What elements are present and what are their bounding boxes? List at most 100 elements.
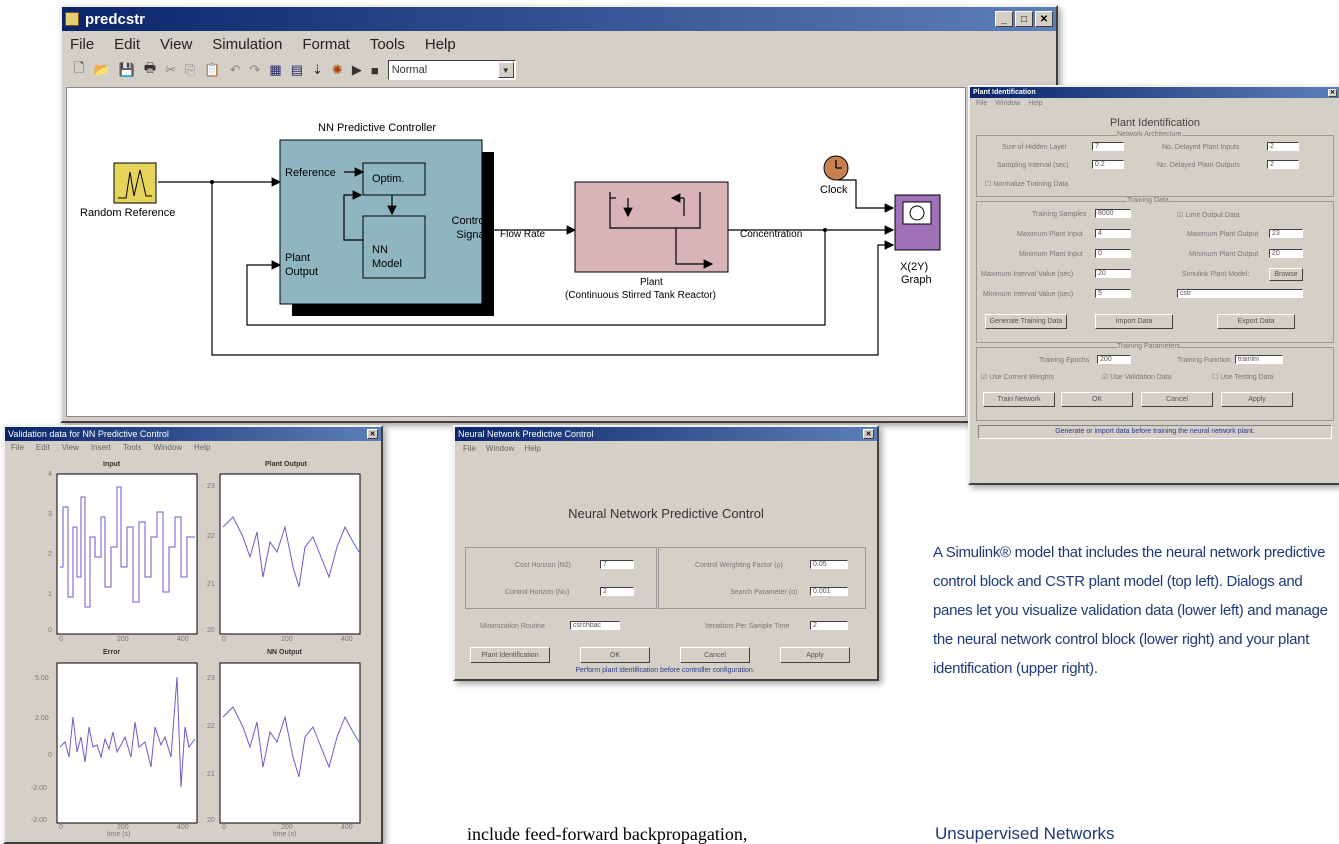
tick-label: 4 xyxy=(48,471,52,478)
title-bar[interactable]: Plant Identification ✕ xyxy=(970,87,1339,98)
plant-block xyxy=(574,181,729,273)
max-output-label: Maximum Plant Output xyxy=(1187,231,1259,238)
plant-sub-label: (Continuous Stirred Tank Reactor) xyxy=(565,290,716,301)
menu-file[interactable]: File xyxy=(976,100,987,107)
menu-window[interactable]: Window xyxy=(486,444,514,453)
search-parameter-label: Search Parameter (α) xyxy=(730,589,798,596)
reference-label: Reference xyxy=(285,167,336,179)
samples-label: Training Samples xyxy=(1032,211,1087,218)
menu-bar: File Window Help xyxy=(455,441,877,456)
samples-field[interactable]: 8000 xyxy=(1095,209,1131,218)
normalize-label: Normalize Training Data xyxy=(993,181,1069,188)
x-tick-label: 200 xyxy=(281,824,293,831)
caption-line: A Simulink® model that includes the neur… xyxy=(933,544,1326,561)
training-function-select[interactable]: trainlm xyxy=(1235,355,1283,364)
validation-plots xyxy=(56,473,361,824)
generate-data-button[interactable]: Generate Training Data xyxy=(985,314,1067,329)
random-reference-block xyxy=(113,162,157,204)
tick-label: 5.00 xyxy=(35,675,49,682)
network-architecture-group: Network Architecture Size of Hidden Laye… xyxy=(976,131,1334,197)
control-weighting-field[interactable]: 0.05 xyxy=(810,560,848,569)
delayed-outputs-field[interactable]: 2 xyxy=(1267,160,1299,169)
search-parameter-field[interactable]: 0.001 xyxy=(810,587,848,596)
tick-label: 22 xyxy=(207,533,215,540)
tick-label: 2 xyxy=(48,551,52,558)
dialog-heading: Plant Identification xyxy=(1110,117,1200,129)
max-interval-field[interactable]: 20 xyxy=(1095,269,1131,278)
graph-label: Graph xyxy=(901,274,932,286)
optim-label: Optim. xyxy=(372,173,405,185)
hidden-layer-field[interactable]: 7 xyxy=(1092,142,1124,151)
minimization-label: Minimization Routine xyxy=(480,623,545,630)
browse-button[interactable]: Browse xyxy=(1269,268,1303,281)
menu-help[interactable]: Help xyxy=(524,444,540,453)
tick-label: 2.00 xyxy=(35,715,49,722)
plant-model-field[interactable]: cstr xyxy=(1177,289,1303,298)
status-bar: Perform plant identification before cont… xyxy=(575,667,755,674)
apply-button[interactable]: Apply xyxy=(1221,392,1293,407)
plant-identification-window: Plant Identification ✕ File Window Help Pla… xyxy=(968,85,1339,485)
max-input-field[interactable]: 4 xyxy=(1095,229,1131,238)
delayed-inputs-field[interactable]: 2 xyxy=(1267,142,1299,151)
menu-file[interactable]: File xyxy=(463,444,476,453)
tick-label: 0 xyxy=(48,627,52,634)
concentration-label: Concentration xyxy=(740,229,803,240)
tick-label: 21 xyxy=(207,581,215,588)
control-horizon-label: Control Horizon (Nu) xyxy=(505,589,570,596)
hidden-layer-label: Size of Hidden Layer xyxy=(1002,144,1067,151)
min-output-label: Minimum Plant Output xyxy=(1189,251,1259,258)
train-network-button[interactable]: Train Network xyxy=(983,392,1055,407)
control-signal-label: Control Signal xyxy=(451,215,487,241)
x-tick-label: 200 xyxy=(117,636,129,643)
plant-model-label: Simulink Plant Model: xyxy=(1182,271,1250,278)
nn-predictive-control-window: Neural Network Predictive Control ✕ File W… xyxy=(453,425,879,681)
tick-label: 0 xyxy=(48,752,52,759)
menu-window[interactable]: Window xyxy=(995,100,1020,107)
title-bar[interactable]: Neural Network Predictive Control ✕ xyxy=(455,427,877,441)
current-weights-label: Use Current Weights xyxy=(989,374,1055,381)
cancel-button[interactable]: Cancel xyxy=(680,647,750,663)
control-horizon-field[interactable]: 2 xyxy=(600,587,634,596)
caption-line: control block and CSTR plant model (top … xyxy=(933,573,1303,590)
tick-label: -2.00 xyxy=(31,785,47,792)
menu-help[interactable]: Help xyxy=(1028,100,1042,107)
ok-button[interactable]: OK xyxy=(1061,392,1133,407)
close-button[interactable]: ✕ xyxy=(863,429,874,439)
min-interval-field[interactable]: 5 xyxy=(1095,289,1131,298)
epochs-field[interactable]: 200 xyxy=(1097,355,1131,364)
figure-caption: A Simulink® model that includes the neur… xyxy=(933,538,1339,683)
caption-line: panes let you visualize validation data … xyxy=(933,602,1328,619)
import-data-button[interactable]: Import Data xyxy=(1095,314,1173,329)
current-weights-checkbox[interactable]: ☑ Use Current Weights xyxy=(981,373,1054,381)
menu-bar: File Window Help xyxy=(970,98,1339,109)
max-output-field[interactable]: 23 xyxy=(1269,229,1303,238)
x-tick-label: 0 xyxy=(222,636,226,643)
testing-checkbox[interactable]: ☐ Use Testing Data xyxy=(1212,373,1273,381)
group-title: Training Parameters xyxy=(1117,343,1181,350)
status-bar: Generate or import data before training … xyxy=(978,425,1332,439)
sampling-interval-label: Sampling Interval (sec) xyxy=(997,162,1069,169)
x-tick-label: 200 xyxy=(117,824,129,831)
cancel-button[interactable]: Cancel xyxy=(1141,392,1213,407)
min-output-field[interactable]: 20 xyxy=(1269,249,1303,258)
limit-output-label: Limit Output Data xyxy=(1185,212,1240,219)
min-input-field[interactable]: 0 xyxy=(1095,249,1131,258)
delayed-outputs-label: No. Delayed Plant Outputs xyxy=(1157,162,1240,169)
limit-output-checkbox[interactable]: ☑ Limit Output Data xyxy=(1177,211,1240,219)
export-data-button[interactable]: Export Data xyxy=(1217,314,1295,329)
horizon-group xyxy=(465,547,657,609)
x-tick-label: 0 xyxy=(59,824,63,831)
cost-horizon-field[interactable]: 7 xyxy=(600,560,634,569)
iterations-field[interactable]: 2 xyxy=(810,621,848,630)
minimization-select[interactable]: csrchbac xyxy=(570,621,620,630)
nn-model-label: NN Model xyxy=(372,244,402,270)
apply-button[interactable]: Apply xyxy=(780,647,850,663)
sampling-interval-field[interactable]: 0.2 xyxy=(1092,160,1124,169)
normalize-checkbox[interactable]: ☐ Normalize Training Data xyxy=(985,180,1068,188)
ok-button[interactable]: OK xyxy=(580,647,650,663)
plant-identification-button[interactable]: Plant Identification xyxy=(470,647,550,663)
close-button[interactable]: ✕ xyxy=(1328,88,1337,97)
validation-checkbox[interactable]: ☑ Use Validation Data xyxy=(1102,373,1172,381)
delayed-inputs-label: No. Delayed Plant Inputs xyxy=(1162,144,1240,151)
tick-label: 1 xyxy=(48,591,52,598)
